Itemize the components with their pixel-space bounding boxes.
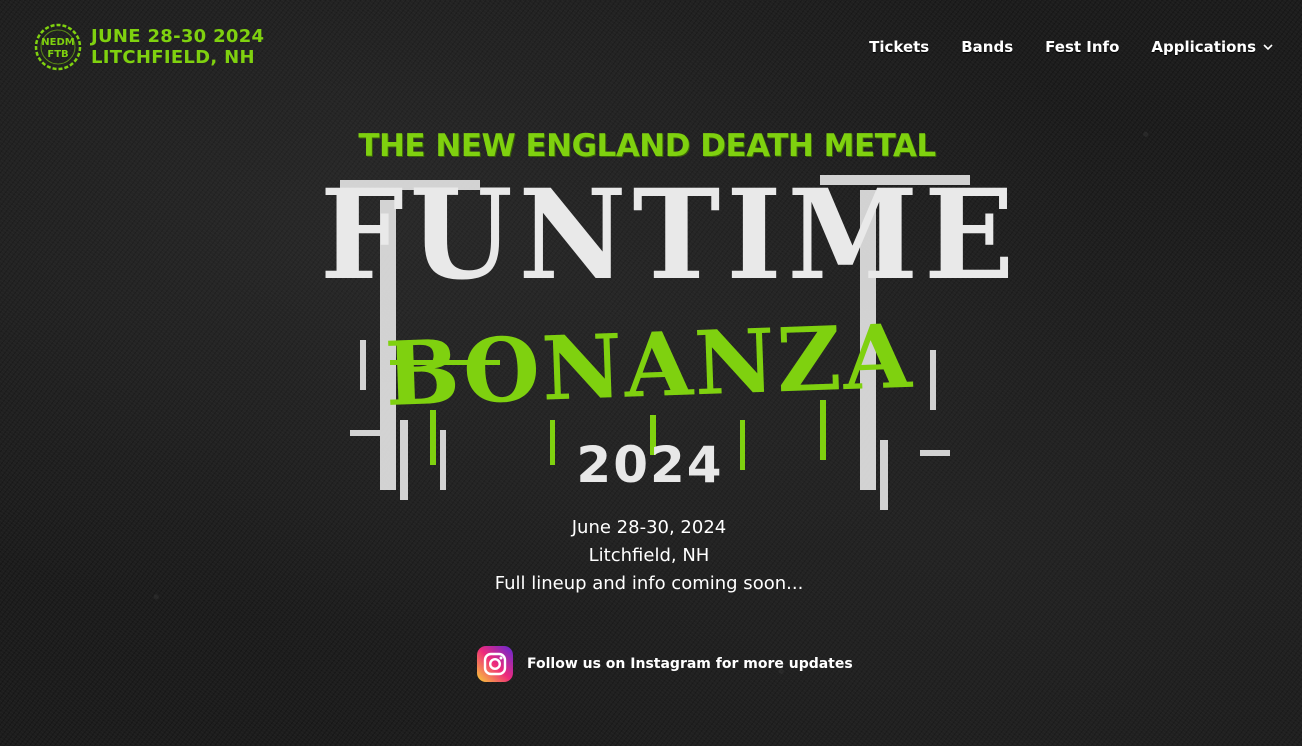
nav-bands-label: Bands <box>961 38 1014 56</box>
nedm-ftb-logo-icon: NEDM FTB <box>34 23 82 71</box>
nav-tickets[interactable]: Tickets <box>869 38 929 56</box>
logo-sub-word: BONANZA <box>383 303 915 427</box>
logo-main-word: FUNTIME <box>320 161 1021 308</box>
svg-text:FTB: FTB <box>47 49 68 60</box>
event-info: June 28-30, 2024 Litchfield, NH Full lin… <box>449 514 849 598</box>
home-link[interactable]: NEDM FTB JUNE 28-30 2024 LITCHFIELD, NH <box>33 22 264 72</box>
nav-bands[interactable]: Bands <box>961 38 1013 56</box>
nav-fest-info-label: Fest Info <box>1045 38 1120 56</box>
logo-title: THE NEW ENGLAND DEATH METAL <box>358 128 936 164</box>
site-header: NEDM FTB JUNE 28-30 2024 LITCHFIELD, NH … <box>0 0 1302 96</box>
festival-logo: THE NEW ENGLAND DEATH METAL FUNTIME BONA… <box>320 120 1021 515</box>
chevron-down-icon <box>1263 44 1273 51</box>
nav-fest-info[interactable]: Fest Info <box>1045 38 1119 56</box>
instagram-link[interactable]: Follow us on Instagram for more updates <box>477 646 853 682</box>
logo-year: 2024 <box>576 436 724 494</box>
event-location: Litchfield, NH <box>588 545 710 566</box>
svg-text:NEDM: NEDM <box>41 37 75 48</box>
instagram-icon <box>477 646 513 682</box>
instagram-label: Follow us on Instagram for more updates <box>527 656 853 672</box>
brand-location: LITCHFIELD, NH <box>91 47 255 68</box>
event-note: Full lineup and info coming soon... <box>494 573 804 594</box>
event-dates: June 28-30, 2024 <box>571 517 727 538</box>
main-nav: Tickets Bands Fest Info Applications <box>869 38 1274 56</box>
nav-applications[interactable]: Applications <box>1151 38 1274 56</box>
nav-tickets-label: Tickets <box>869 38 930 56</box>
nav-applications-label: Applications <box>1151 38 1256 56</box>
brand-text: JUNE 28-30 2024 LITCHFIELD, NH <box>91 26 264 68</box>
brand-dates: JUNE 28-30 2024 <box>91 26 265 47</box>
